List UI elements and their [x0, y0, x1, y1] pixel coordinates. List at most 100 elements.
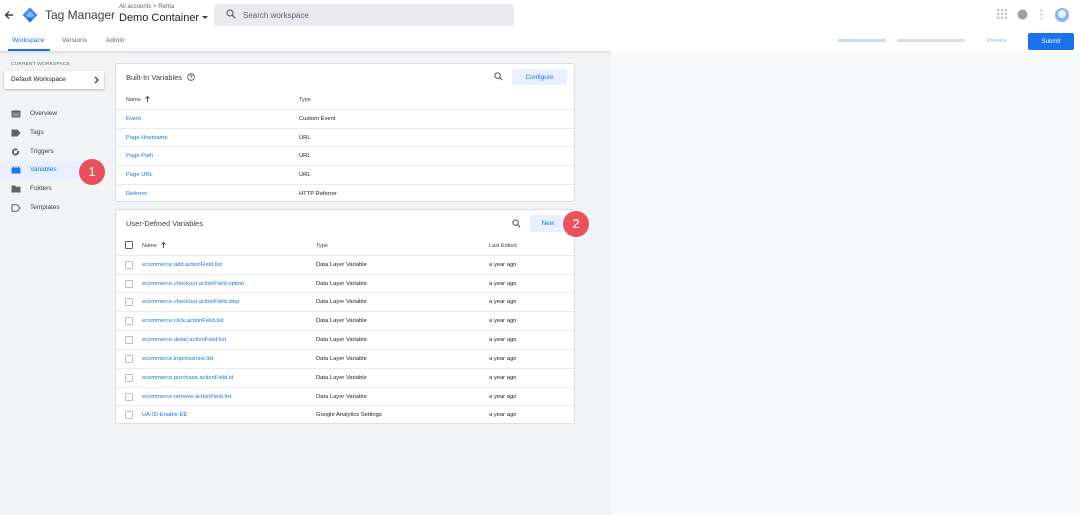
- last-edited: a year ago: [489, 412, 517, 418]
- tab-admin[interactable]: Admin: [106, 37, 124, 44]
- table-row[interactable]: Page URL URL: [116, 165, 574, 184]
- variable-name-link[interactable]: Event: [126, 116, 141, 122]
- more-vert-icon[interactable]: [1040, 9, 1043, 20]
- sidebar-item-tags[interactable]: Tags: [0, 124, 105, 142]
- column-header-name[interactable]: Name: [142, 243, 157, 249]
- variable-name-link[interactable]: ecommerce.add.actionField.list: [142, 262, 222, 268]
- row-checkbox[interactable]: [125, 411, 133, 419]
- faded-link-placeholder: [838, 39, 886, 42]
- variable-name-link[interactable]: Page Path: [126, 153, 153, 159]
- configure-button[interactable]: Configure: [512, 69, 567, 85]
- tab-workspace[interactable]: Workspace: [12, 37, 44, 44]
- tab-versions[interactable]: Versions: [62, 37, 87, 44]
- submit-button[interactable]: Submit: [1028, 33, 1074, 50]
- apps-grid-icon[interactable]: [997, 9, 1007, 19]
- variable-name-link[interactable]: UA-ID-Enable-EE: [142, 412, 187, 418]
- back-arrow-icon[interactable]: [3, 8, 15, 22]
- container-name: Demo Container: [119, 12, 200, 24]
- variables-icon: [11, 166, 21, 174]
- variable-name-link[interactable]: ecommerce.checkout.actionField.option: [142, 281, 244, 287]
- table-row[interactable]: ecommerce.checkout.actionField.option Da…: [116, 274, 574, 293]
- help-icon[interactable]: [187, 73, 195, 81]
- active-tab-indicator: [8, 49, 50, 51]
- last-edited: a year ago: [489, 262, 517, 268]
- user-defined-search-icon[interactable]: [512, 219, 521, 228]
- row-checkbox[interactable]: [125, 317, 133, 325]
- select-all-checkbox[interactable]: [125, 241, 133, 249]
- step-badge-2: 2: [563, 211, 589, 237]
- variable-name-link[interactable]: ecommerce.remove.actionField.list: [142, 394, 232, 400]
- sidebar-item-label: Folders: [30, 185, 52, 192]
- variable-type: Google Analytics Settings: [316, 412, 382, 418]
- table-row[interactable]: Page Hostname URL: [116, 128, 574, 147]
- variable-type: Data Layer Variable: [316, 394, 367, 400]
- variable-type: Data Layer Variable: [316, 299, 367, 305]
- avatar[interactable]: [1055, 8, 1069, 22]
- last-edited: a year ago: [489, 394, 517, 400]
- last-edited: a year ago: [489, 337, 517, 343]
- row-checkbox[interactable]: [125, 298, 133, 306]
- builtin-variables-card: Built-In Variables Configure Name Type E…: [115, 63, 575, 202]
- row-checkbox[interactable]: [125, 374, 133, 382]
- row-checkbox[interactable]: [125, 393, 133, 401]
- variable-type: Data Layer Variable: [316, 337, 367, 343]
- breadcrumb[interactable]: All accounts > Renta: [119, 4, 174, 10]
- variable-name-link[interactable]: Page URL: [126, 172, 153, 178]
- tag-manager-logo-icon: [22, 7, 38, 23]
- variable-name-link[interactable]: ecommerce.checkout.actionField.step: [142, 299, 239, 305]
- table-row[interactable]: ecommerce.impressions.list Data Layer Va…: [116, 349, 574, 368]
- template-icon: [11, 204, 21, 212]
- table-row[interactable]: ecommerce.remove.actionField.list Data L…: [116, 387, 574, 406]
- faded-overlay: [611, 30, 1080, 515]
- user-defined-card-title: User-Defined Variables: [126, 219, 203, 228]
- new-variable-button[interactable]: New: [530, 215, 566, 232]
- table-row[interactable]: ecommerce.click.actionField.list Data La…: [116, 311, 574, 330]
- sort-ascending-icon[interactable]: [145, 96, 150, 102]
- variable-name-link[interactable]: Referrer: [126, 191, 147, 197]
- table-row[interactable]: ecommerce.add.actionField.list Data Laye…: [116, 255, 574, 274]
- column-header-type: Type: [316, 243, 328, 249]
- account-circle-icon[interactable]: [1017, 9, 1028, 20]
- table-row[interactable]: UA-ID-Enable-EE Google Analytics Setting…: [116, 405, 574, 424]
- table-row[interactable]: Event Custom Event: [116, 109, 574, 128]
- table-row[interactable]: ecommerce.detail.actionField.list Data L…: [116, 330, 574, 349]
- last-edited: a year ago: [489, 281, 517, 287]
- folder-icon: [11, 185, 21, 193]
- variable-name-link[interactable]: ecommerce.impressions.list: [142, 356, 214, 362]
- last-edited: a year ago: [489, 375, 517, 381]
- preview-button[interactable]: Preview: [987, 38, 1007, 44]
- workspace-selector[interactable]: Default Workspace: [4, 71, 104, 89]
- variable-type: Data Layer Variable: [316, 318, 367, 324]
- column-header-name[interactable]: Name: [126, 97, 141, 103]
- last-edited: a year ago: [489, 299, 517, 305]
- sidebar-item-overview[interactable]: Overview: [0, 105, 105, 123]
- search-input[interactable]: [243, 7, 503, 23]
- user-defined-variables-card: User-Defined Variables New Name Type Las…: [115, 209, 575, 424]
- tag-icon: [11, 129, 21, 137]
- row-checkbox[interactable]: [125, 261, 133, 269]
- table-row[interactable]: ecommerce.purchase.actionField.id Data L…: [116, 368, 574, 387]
- current-workspace-label: CURRENT WORKSPACE: [11, 62, 70, 67]
- row-checkbox[interactable]: [125, 355, 133, 363]
- variable-type: Data Layer Variable: [316, 375, 367, 381]
- row-checkbox[interactable]: [125, 336, 133, 344]
- container-selector[interactable]: Demo Container: [119, 12, 209, 24]
- table-row[interactable]: Page Path URL: [116, 146, 574, 165]
- table-row[interactable]: ecommerce.checkout.actionField.step Data…: [116, 292, 574, 311]
- sort-ascending-icon[interactable]: [161, 242, 166, 248]
- variable-name-link[interactable]: ecommerce.click.actionField.list: [142, 318, 224, 324]
- variable-name-link[interactable]: ecommerce.purchase.actionField.id: [142, 375, 234, 381]
- column-header-last-edited: Last Edited: [489, 243, 517, 249]
- row-checkbox[interactable]: [125, 280, 133, 288]
- table-row[interactable]: Referrer HTTP Referrer: [116, 184, 574, 203]
- variable-type: URL: [299, 172, 311, 178]
- variable-name-link[interactable]: Page Hostname: [126, 135, 168, 141]
- app-title: Tag Manager: [45, 8, 116, 22]
- variable-type: Data Layer Variable: [316, 262, 367, 268]
- variable-name-link[interactable]: ecommerce.detail.actionField.list: [142, 337, 226, 343]
- workspace-search[interactable]: [214, 4, 514, 26]
- variable-type: Data Layer Variable: [316, 281, 367, 287]
- builtin-search-icon[interactable]: [494, 72, 503, 81]
- sidebar-item-label: Triggers: [30, 148, 54, 155]
- sidebar-item-templates[interactable]: Templates: [0, 199, 105, 217]
